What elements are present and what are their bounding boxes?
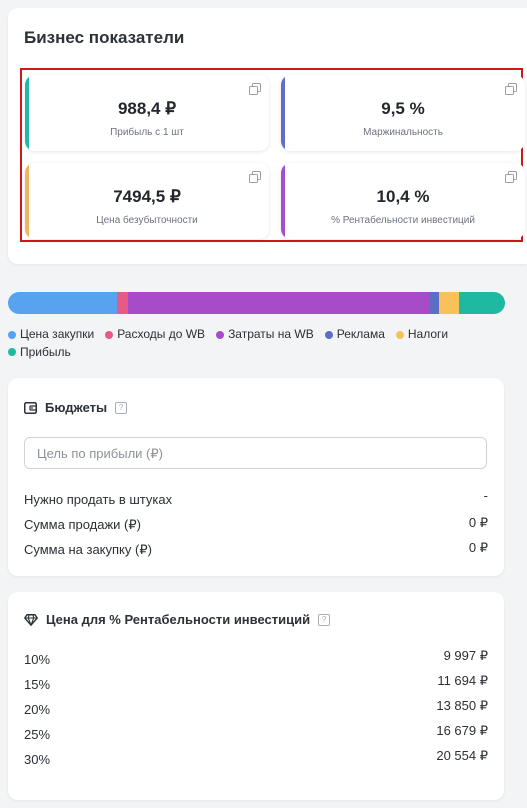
budget-row-value: - — [483, 488, 488, 503]
cost-structure-bar — [8, 292, 505, 314]
legend-item: Налоги — [395, 326, 449, 343]
metric-card-roi: 10,4 % % Рентабельности инвестиций — [281, 163, 525, 239]
legend-item: Расходы до WB — [105, 326, 205, 343]
legend-item: Затраты на WB — [216, 326, 314, 343]
legend-item: Прибыль — [8, 344, 71, 361]
budget-row-label: Нужно продать в штуках — [24, 492, 173, 507]
budget-row-label: Сумма на закупку (₽) — [24, 542, 152, 557]
budgets-title: Бюджеты — [45, 400, 108, 415]
copy-icon[interactable] — [249, 171, 261, 183]
metric-value: 7494,5 ₽ — [113, 187, 181, 206]
profit-goal-input[interactable] — [24, 437, 487, 469]
roi-percent: 20% — [24, 702, 51, 717]
cost-structure-legend: Цена закупки Расходы до WB Затраты на WB Ре… — [8, 326, 508, 361]
business-metrics-title: Бизнес показатели — [24, 28, 185, 47]
roi-prices-title: Цена для % Рентабельности инвестиций — [46, 612, 311, 627]
cost-bar-segment — [459, 292, 505, 314]
legend-label: Цена закупки — [20, 327, 95, 341]
roi-percent: 30% — [24, 752, 51, 767]
cost-bar-segment — [439, 292, 460, 314]
legend-item: Цена закупки — [8, 326, 94, 343]
budget-row-label: Сумма продажи (₽) — [24, 517, 141, 532]
metric-value: 10,4 % — [376, 187, 430, 206]
copy-icon[interactable] — [505, 83, 517, 95]
help-icon[interactable]: ? — [318, 613, 331, 626]
roi-prices-card: Цена для % Рентабельности инвестиций ? 1… — [8, 592, 504, 800]
legend-label: Прибыль — [20, 344, 71, 359]
metric-card-margin: 9,5 % Маржинальность — [281, 75, 525, 151]
help-icon[interactable]: ? — [115, 401, 128, 414]
metrics-highlight-frame: 988,4 ₽ Прибыль с 1 шт 9,5 % Маржинально… — [20, 68, 525, 242]
roi-percent: 15% — [24, 677, 51, 692]
roi-prices-header: Цена для % Рентабельности инвестиций ? — [24, 612, 331, 627]
legend-dot — [216, 330, 225, 339]
wallet-icon — [24, 401, 37, 414]
roi-price: 20 554 ₽ — [436, 748, 488, 763]
cost-bar-segment — [429, 292, 440, 314]
budget-row-purchase-sum: Сумма на закупку (₽) 0 ₽ — [24, 540, 488, 558]
metric-value: 9,5 % — [381, 99, 425, 118]
legend-dot — [324, 330, 333, 339]
budgets-header: Бюджеты ? — [24, 400, 128, 415]
metric-label: Цена безубыточности — [96, 215, 198, 226]
roi-price: 11 694 ₽ — [437, 673, 488, 688]
legend-label: Расходы до WB — [117, 327, 206, 341]
budgets-card: Бюджеты ? Нужно продать в штуках - Сумма… — [8, 378, 504, 576]
copy-icon[interactable] — [249, 83, 261, 95]
roi-price: 9 997 ₽ — [443, 648, 488, 663]
metric-card-break-even-price: 7494,5 ₽ Цена безубыточности — [25, 163, 269, 239]
legend-item: Реклама — [324, 326, 385, 343]
legend-dot — [105, 330, 114, 339]
legend-dot — [395, 330, 404, 339]
budget-row-units: Нужно продать в штуках - — [24, 488, 488, 507]
roi-percent: 25% — [24, 727, 51, 742]
roi-percent: 10% — [24, 652, 51, 667]
legend-dot — [8, 348, 16, 356]
cost-bar-segment — [8, 292, 118, 314]
legend-dot — [8, 330, 16, 339]
cost-bar-segment — [117, 292, 129, 314]
budget-row-sales-sum: Сумма продажи (₽) 0 ₽ — [24, 515, 488, 533]
legend-label: Реклама — [336, 327, 385, 341]
metric-label: Маржинальность — [363, 127, 443, 138]
roi-price: 13 850 ₽ — [436, 698, 488, 713]
legend-label: Затраты на WB — [228, 327, 314, 341]
copy-icon[interactable] — [505, 171, 517, 183]
cost-bar-segment — [128, 292, 430, 314]
metric-label: % Рентабельности инвестиций — [331, 215, 475, 226]
roi-price: 16 679 ₽ — [436, 723, 488, 738]
budget-row-value: 0 ₽ — [468, 515, 488, 530]
diamond-icon — [24, 613, 38, 626]
legend-label: Налоги — [407, 327, 449, 341]
metric-card-profit-per-unit: 988,4 ₽ Прибыль с 1 шт — [25, 75, 269, 151]
business-metrics-card: Бизнес показатели 988,4 ₽ Прибыль с 1 шт… — [8, 8, 527, 264]
metric-label: Прибыль с 1 шт — [110, 127, 184, 138]
budget-row-value: 0 ₽ — [468, 540, 488, 555]
metric-value: 988,4 ₽ — [117, 99, 177, 118]
